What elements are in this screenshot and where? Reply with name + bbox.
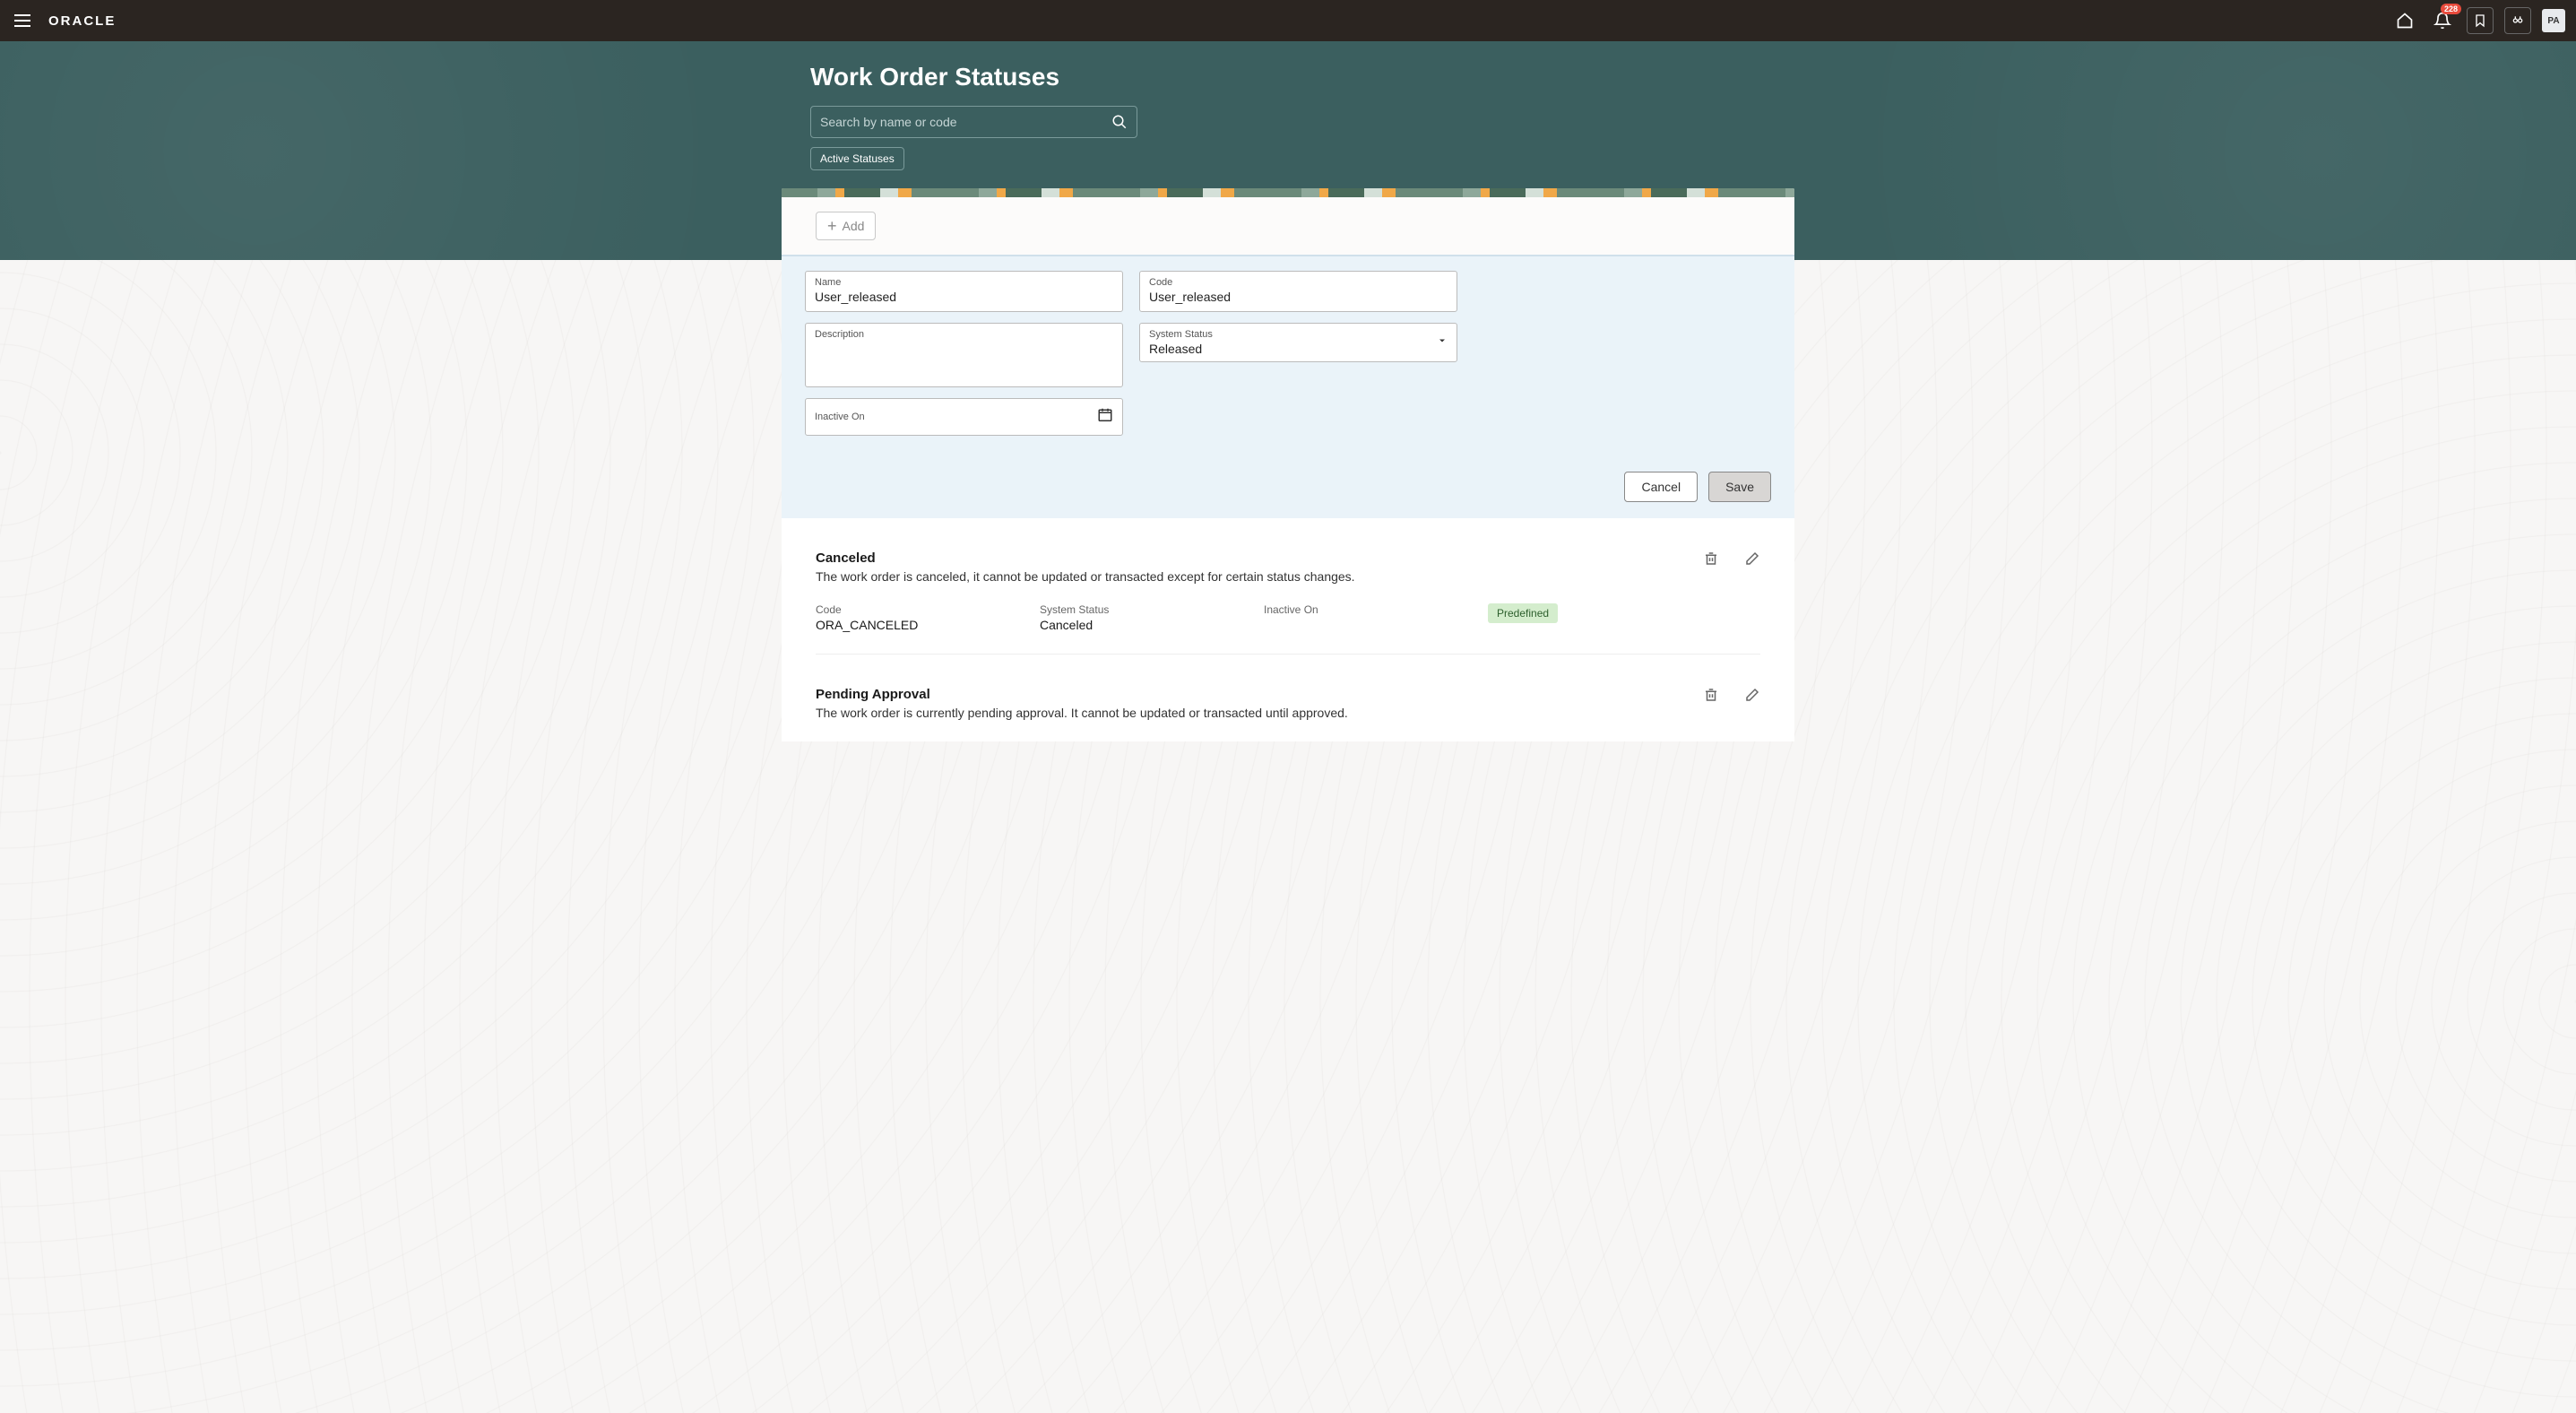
description-field[interactable]: Description [805,323,1123,387]
copilot-icon[interactable] [2504,7,2531,34]
inactive-on-label: Inactive On [815,404,1113,429]
code-field[interactable]: Code [1139,271,1457,312]
add-button-label: Add [843,219,865,233]
calendar-icon[interactable] [1097,407,1113,428]
status-title: Pending Approval [816,687,1348,702]
delete-icon[interactable] [1703,687,1719,707]
delete-icon[interactable] [1703,550,1719,571]
search-icon[interactable] [1111,114,1128,130]
status-description: The work order is canceled, it cannot be… [816,569,1355,584]
detail-code-label: Code [816,603,1040,616]
chevron-down-icon[interactable] [1437,334,1448,351]
filter-chip-active-statuses[interactable]: Active Statuses [810,147,904,170]
home-icon[interactable] [2391,7,2418,34]
top-navigation-bar: ORACLE 228 PA [0,0,2576,41]
bookmark-icon[interactable] [2467,7,2494,34]
status-item: Canceled The work order is canceled, it … [816,518,1760,654]
code-input[interactable] [1149,290,1448,304]
status-title: Canceled [816,550,1355,566]
notification-badge: 228 [2441,4,2461,14]
status-item: Pending Approval The work order is curre… [816,654,1760,741]
cancel-button[interactable]: Cancel [1624,472,1698,502]
content-card: + Add Name Code Description [782,188,1794,741]
add-button[interactable]: + Add [816,212,876,240]
hamburger-menu-icon[interactable] [11,11,34,30]
system-status-label: System Status [1149,329,1448,340]
description-input[interactable] [815,342,1113,356]
name-field[interactable]: Name [805,271,1123,312]
page-title: Work Order Statuses [810,63,1766,91]
description-label: Description [815,329,1113,340]
search-input[interactable] [820,115,1111,129]
detail-system-status-value: Canceled [1040,618,1264,632]
edit-icon[interactable] [1744,550,1760,571]
edit-icon[interactable] [1744,687,1760,707]
system-status-value: Released [1149,342,1448,356]
detail-system-status-label: System Status [1040,603,1264,616]
notifications-icon[interactable]: 228 [2429,7,2456,34]
edit-form: Name Code Description System Status Rele… [782,255,1794,518]
status-description: The work order is currently pending appr… [816,706,1348,720]
status-list: Canceled The work order is canceled, it … [782,518,1794,741]
system-status-field[interactable]: System Status Released [1139,323,1457,362]
save-button[interactable]: Save [1708,472,1771,502]
inactive-on-field[interactable]: Inactive On [805,398,1123,436]
plus-icon: + [827,218,837,234]
code-label: Code [1149,277,1448,288]
search-box[interactable] [810,106,1137,138]
predefined-tag: Predefined [1488,603,1558,623]
detail-inactive-on-label: Inactive On [1264,603,1488,616]
name-label: Name [815,277,1113,288]
decorative-band [782,188,1794,197]
detail-code-value: ORA_CANCELED [816,618,1040,632]
oracle-logo[interactable]: ORACLE [48,13,116,29]
name-input[interactable] [815,290,1113,304]
user-avatar[interactable]: PA [2542,9,2565,32]
